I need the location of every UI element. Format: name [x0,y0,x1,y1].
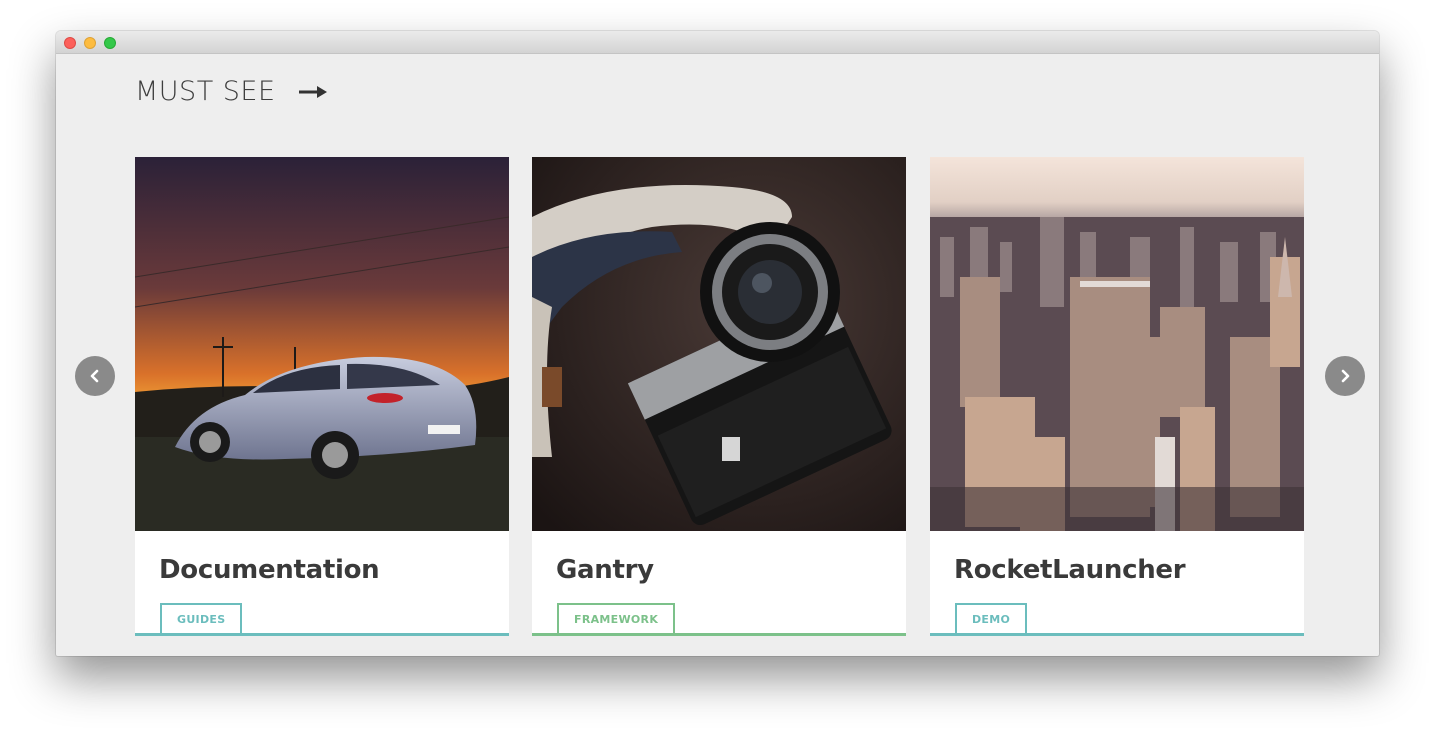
zoom-window-button[interactable] [104,37,116,49]
close-window-button[interactable] [64,37,76,49]
arrow-right-icon [298,85,327,98]
card-rocketlauncher[interactable]: RocketLauncher DEMO [930,157,1304,636]
tag-badge[interactable]: GUIDES [160,603,243,633]
card-documentation[interactable]: Documentation GUIDES [135,157,509,636]
camera-photo [532,157,906,531]
minimize-window-button[interactable] [84,37,96,49]
section-title: MUST SEE [135,76,276,107]
accent-bar [532,633,906,636]
accent-bar [135,633,509,636]
browser-window: MUST SEE Documentation GUIDES Gantry FRA… [56,31,1379,656]
city-skyline-photo [930,157,1304,531]
tag-badge[interactable]: DEMO [955,603,1028,633]
section-heading[interactable]: MUST SEE [135,76,328,107]
car-sunset-photo [135,157,509,531]
tag-badge[interactable]: FRAMEWORK [557,603,676,633]
accent-bar [930,633,1304,636]
carousel-prev-button[interactable] [75,356,115,396]
card-title[interactable]: Documentation [159,555,380,585]
card-title[interactable]: Gantry [556,555,654,585]
chevron-left-icon [90,369,99,383]
card-title[interactable]: RocketLauncher [954,555,1186,585]
carousel-next-button[interactable] [1325,356,1365,396]
chevron-right-icon [1341,369,1350,383]
window-titlebar [56,31,1379,54]
card-gantry[interactable]: Gantry FRAMEWORK [532,157,906,636]
